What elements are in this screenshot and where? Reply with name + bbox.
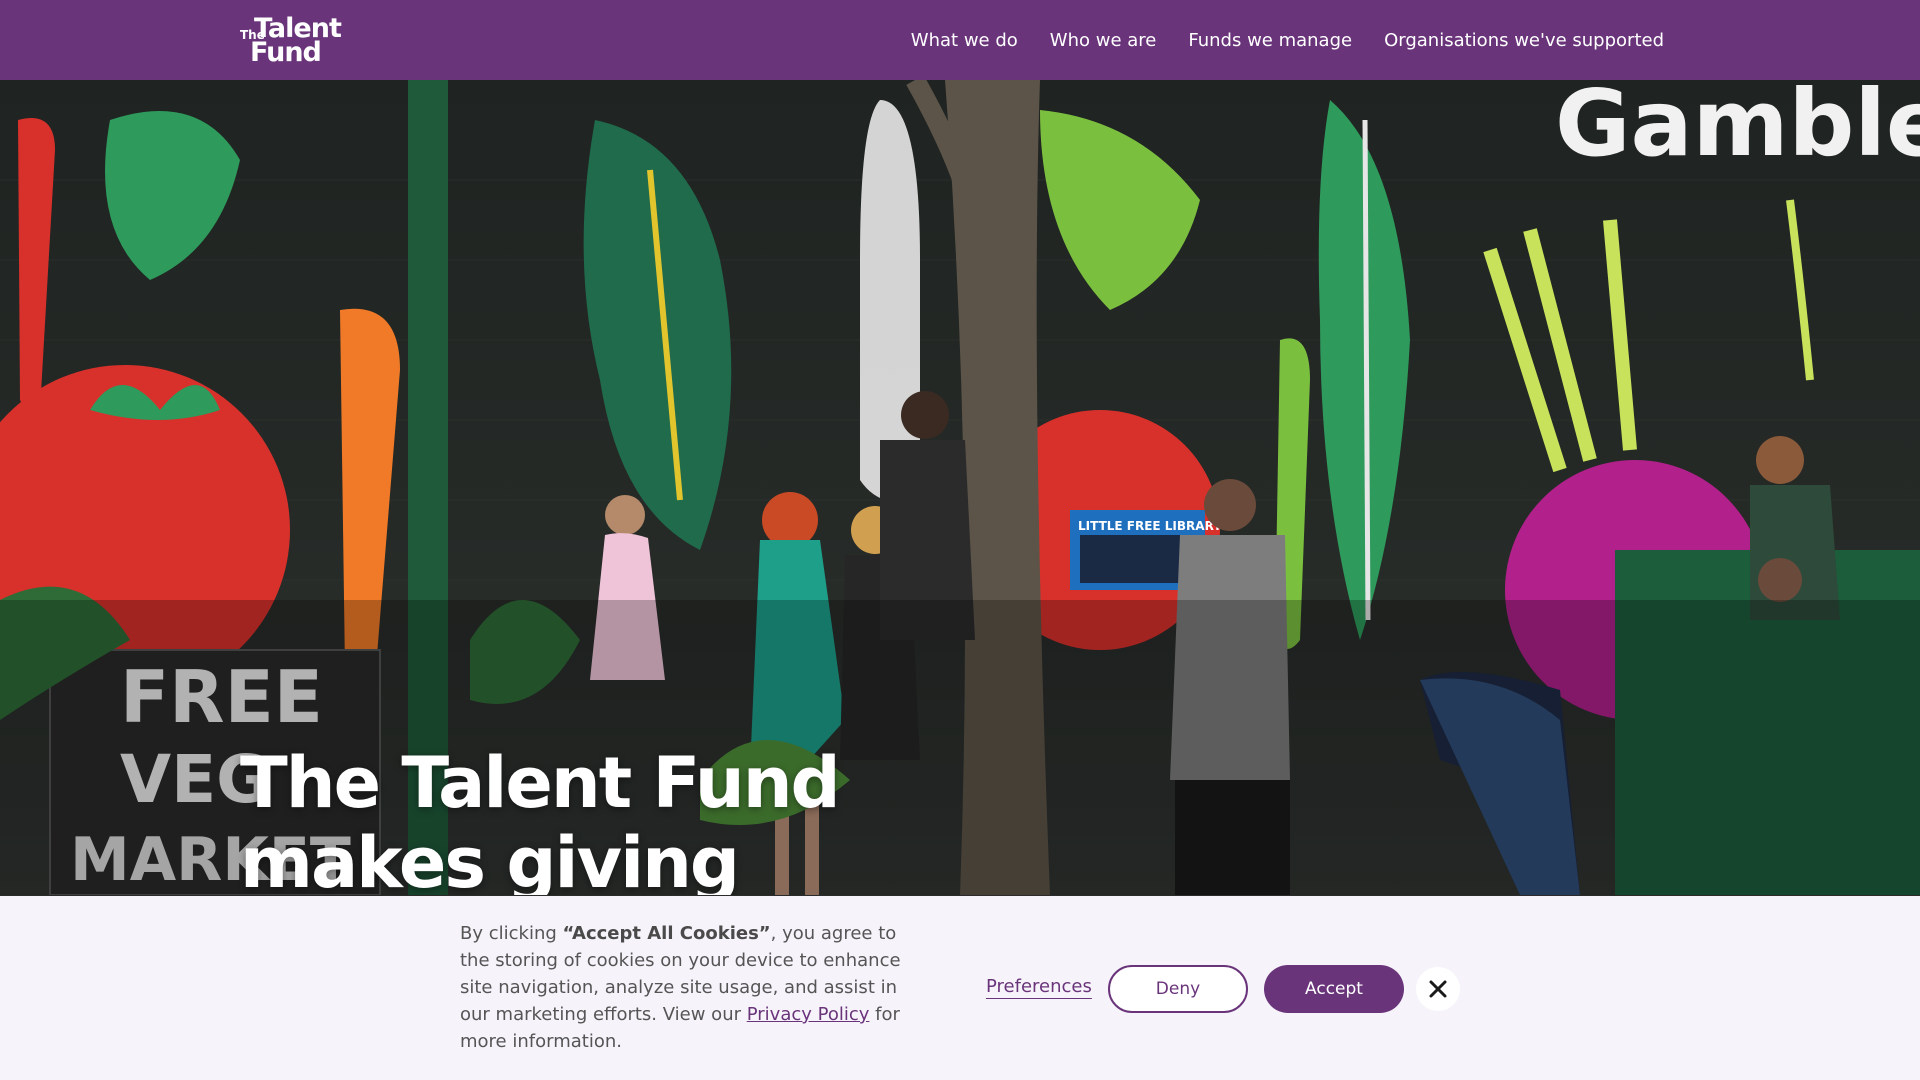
cookie-banner: By clicking “Accept All Cookies”, you ag… <box>0 896 1920 1080</box>
site-header: The Talent Fund What we do Who we are Fu… <box>0 0 1920 80</box>
cookie-message: By clicking “Accept All Cookies”, you ag… <box>460 920 920 1055</box>
privacy-policy-link[interactable]: Privacy Policy <box>747 1004 870 1025</box>
cookie-text-before: By clicking <box>460 923 563 944</box>
hero-title-line-2: makes giving <box>240 822 740 895</box>
logo-fund: Fund <box>250 37 322 68</box>
accept-button[interactable]: Accept <box>1264 965 1404 1013</box>
deny-button[interactable]: Deny <box>1108 965 1248 1013</box>
nav-organisations-supported[interactable]: Organisations we've supported <box>1384 30 1664 51</box>
preferences-link[interactable]: Preferences <box>986 976 1092 997</box>
nav-what-we-do[interactable]: What we do <box>911 30 1018 51</box>
cookie-text-bold: “Accept All Cookies” <box>562 923 771 944</box>
close-banner-button[interactable] <box>1416 967 1460 1011</box>
mural-library-text: LITTLE FREE LIBRARY <box>1078 519 1222 533</box>
nav-funds-we-manage[interactable]: Funds we manage <box>1188 30 1352 51</box>
talent-fund-logo[interactable]: The Talent Fund <box>238 14 342 68</box>
nav-who-we-are[interactable]: Who we are <box>1050 30 1157 51</box>
main-nav: What we do Who we are Funds we manage Or… <box>911 0 1664 80</box>
hero-title: The Talent Fund makes giving <box>240 742 841 895</box>
close-icon <box>1429 980 1447 998</box>
hero-title-line-1: The Talent Fund <box>240 742 841 824</box>
hero-section: Gamble FREE VEG MARKET LITTLE FREE LIBRA… <box>0 80 1920 895</box>
mural-gamble-text: Gamble <box>1555 80 1920 177</box>
